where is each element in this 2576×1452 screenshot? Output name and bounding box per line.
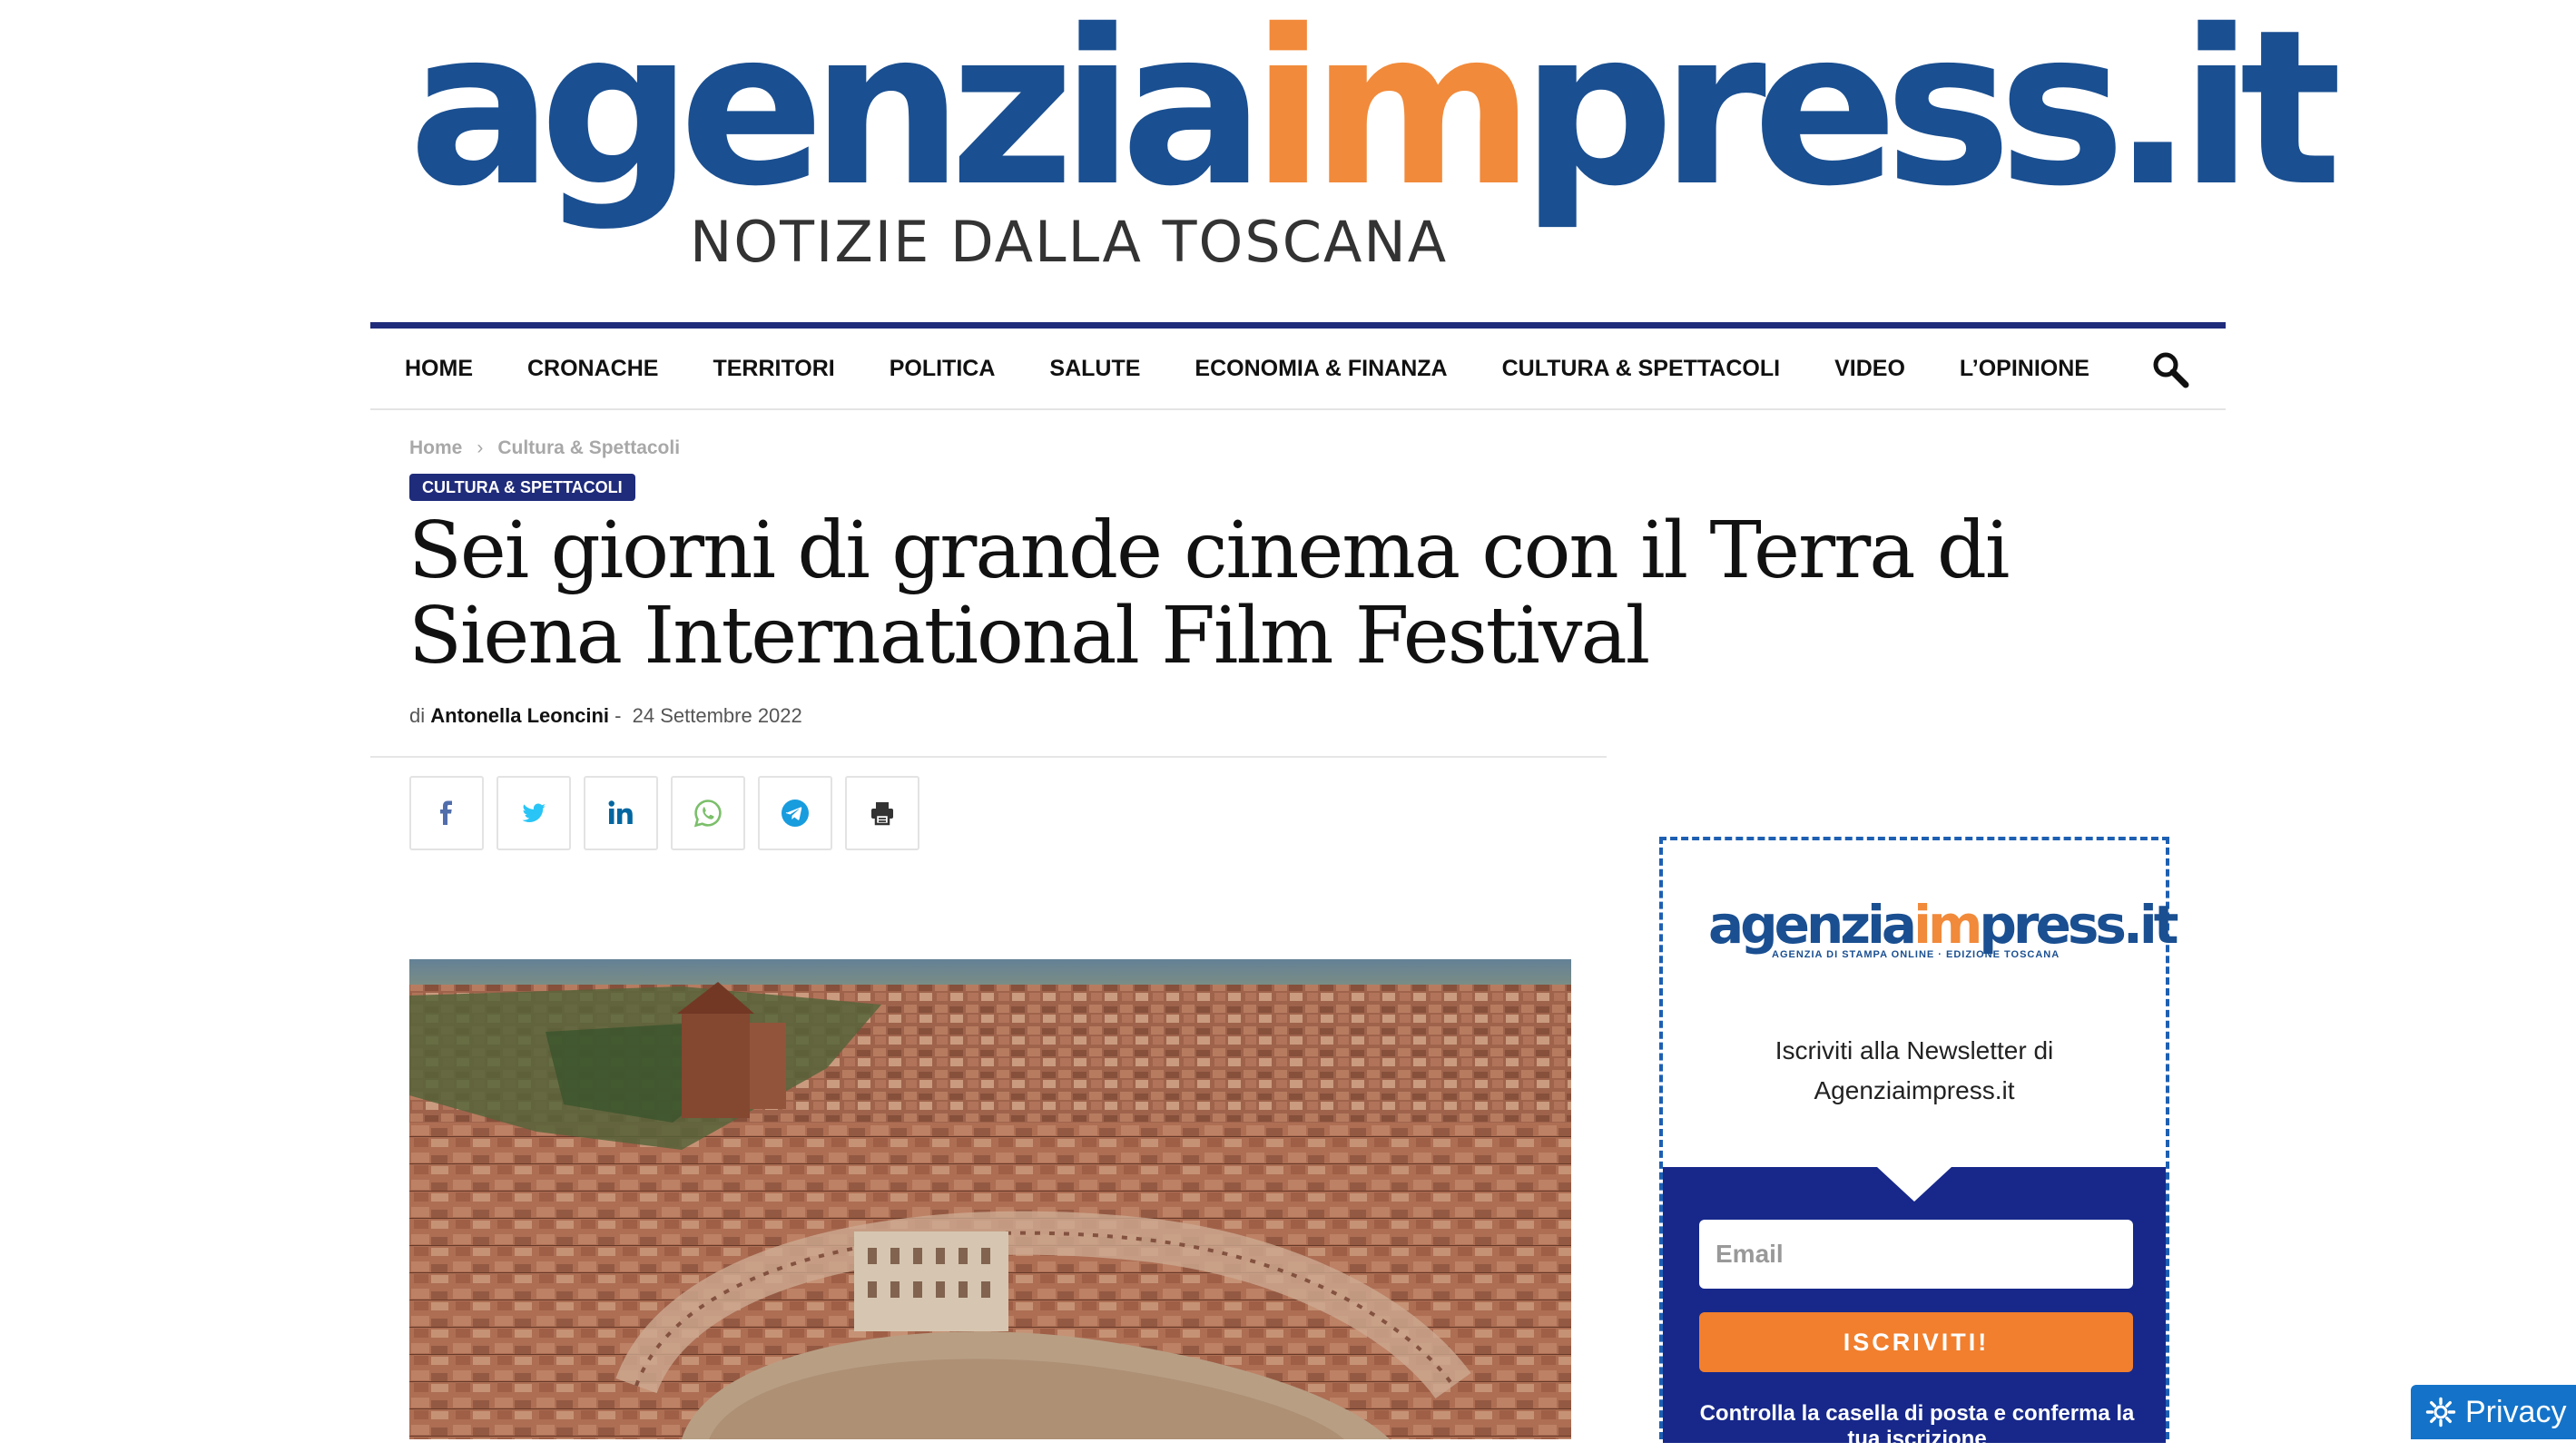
newsletter-intro-line1: Iscriviti alla Newsletter di — [1775, 1036, 2054, 1064]
logo-tagline: NOTIZIE DALLA TOSCANA — [690, 209, 1449, 275]
nav-item-economia-finanza[interactable]: ECONOMIA & FINANZA — [1195, 356, 1447, 382]
site-logo[interactable]: agenziaimpress.it NOTIZIE DALLA TOSCANA — [408, 2, 2342, 281]
publish-date: 24 Settembre 2022 — [632, 704, 802, 727]
newsletter-notch — [1877, 1167, 1952, 1202]
breadcrumb-separator: › — [477, 437, 484, 458]
nav-item-politica[interactable]: POLITICA — [890, 356, 996, 382]
newsletter-logo-wordmark: agenziaimpress.it — [1708, 894, 2179, 956]
meta-divider — [370, 756, 1607, 758]
nav-item-cronache[interactable]: CRONACHE — [527, 356, 658, 382]
breadcrumb-home[interactable]: Home — [409, 437, 462, 458]
nav-item-video[interactable]: VIDEO — [1834, 356, 1905, 382]
share-print-button[interactable] — [845, 776, 919, 850]
twitter-icon — [522, 803, 546, 822]
newsletter-intro-line2: Agenziaimpress.it — [1814, 1076, 2015, 1104]
article-title: Sei giorni di grande cinema con il Terra… — [408, 505, 2010, 682]
byline: di Antonella Leoncini - 24 Settembre 202… — [409, 704, 802, 728]
share-facebook-button[interactable] — [409, 776, 484, 850]
nav-item-territori[interactable]: TERRITORI — [713, 356, 834, 382]
whatsapp-icon — [693, 800, 722, 828]
author-link[interactable]: Antonella Leoncini — [430, 704, 609, 727]
newsletter-logo: agenziaimpress.it AGENZIA DI STAMPA ONLI… — [1708, 898, 2179, 980]
privacy-label: Privacy — [2465, 1394, 2567, 1429]
breadcrumb-current[interactable]: Cultura & Spettacoli — [497, 437, 680, 458]
nav-item-opinione[interactable]: L’OPINIONE — [1960, 356, 2089, 382]
nav-item-home[interactable]: HOME — [405, 356, 473, 382]
facebook-icon — [440, 800, 452, 825]
article-hero-image — [409, 959, 1571, 1439]
print-icon — [871, 802, 893, 826]
nav-item-salute[interactable]: SALUTE — [1049, 356, 1140, 382]
nav-item-cultura-spettacoli[interactable]: CULTURA & SPETTACOLI — [1502, 356, 1780, 382]
byline-dash: - — [615, 704, 622, 727]
share-twitter-button[interactable] — [497, 776, 571, 850]
newsletter-logo-subtitle: AGENZIA DI STAMPA ONLINE · EDIZIONE TOSC… — [1772, 949, 2060, 960]
telegram-icon — [782, 800, 809, 827]
share-whatsapp-button[interactable] — [671, 776, 745, 850]
gear-icon — [2425, 1397, 2456, 1427]
nav-top-border — [370, 322, 2226, 329]
breadcrumb: Home › Cultura & Spettacoli — [409, 437, 680, 459]
category-badge[interactable]: CULTURA & SPETTACOLI — [409, 474, 635, 501]
newsletter-note: Controlla la casella di posta e conferma… — [1699, 1401, 2135, 1451]
linkedin-icon — [608, 800, 633, 824]
newsletter-subscribe-button[interactable]: ISCRIVITI! — [1699, 1312, 2133, 1372]
newsletter-intro: Iscriviti alla Newsletter di Agenziaimpr… — [1663, 1031, 2166, 1111]
share-linkedin-button[interactable] — [584, 776, 658, 850]
main-nav: HOME CRONACHE TERRITORI POLITICA SALUTE … — [370, 329, 2226, 410]
newsletter-email-input[interactable] — [1699, 1220, 2133, 1289]
share-telegram-button[interactable] — [758, 776, 832, 850]
logo-wordmark: agenziaimpress.it — [408, 0, 2342, 233]
byline-prefix: di — [409, 704, 426, 727]
search-icon[interactable] — [2151, 350, 2189, 388]
share-bar — [409, 776, 919, 850]
newsletter-widget: agenziaimpress.it AGENZIA DI STAMPA ONLI… — [1659, 837, 2179, 1451]
privacy-settings-button[interactable]: Privacy — [2411, 1385, 2576, 1439]
